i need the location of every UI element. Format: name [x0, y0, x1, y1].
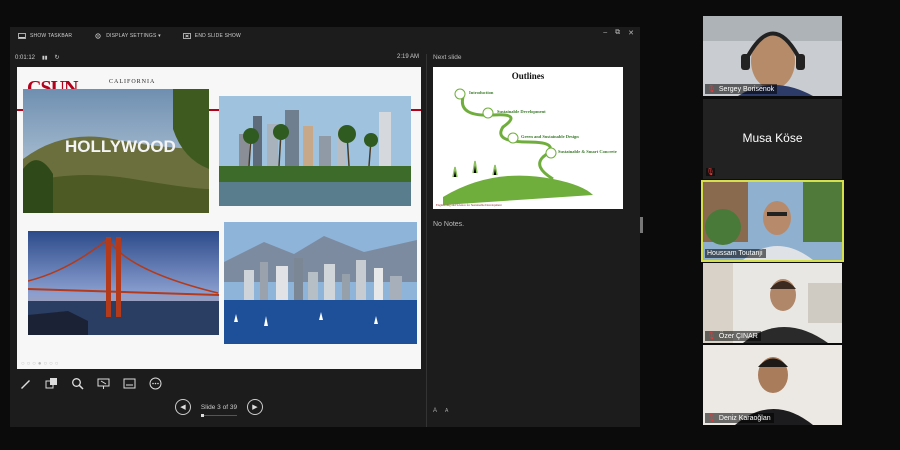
see-all-slides-button[interactable] [43, 375, 59, 391]
show-taskbar-label: SHOW TASKBAR [30, 33, 73, 39]
participant-name-tag: 🎙 Deniz Karaoğlan [705, 413, 774, 423]
decrease-font-button[interactable]: A [445, 408, 448, 414]
participant-name-tag: Houssam Toutanji [705, 249, 766, 258]
end-slide-show-label: END SLIDE SHOW [194, 33, 241, 39]
participant-tile[interactable]: Musa Köse 🎙 [703, 99, 842, 179]
outline-item-4: Sustainable & Smart Concrete [558, 149, 617, 154]
hollywood-photo: HOLLYWOOD [23, 89, 209, 213]
participant-name-tag: 🎙 Sergey Borisenok [705, 84, 778, 94]
slide-progress-track [201, 413, 237, 417]
elapsed-time: 0:01:12 [15, 54, 36, 61]
mic-muted-icon: 🎙 [706, 168, 715, 176]
slide-progress-indicator [201, 413, 204, 417]
next-slide-button[interactable]: ▶ [247, 399, 263, 415]
slide-navigation: ◀ Slide 3 of 39 ▶ [175, 399, 263, 417]
show-taskbar-icon [18, 33, 26, 39]
restore-button[interactable]: ⧉ [615, 29, 620, 37]
mic-muted-icon: 🎙 [707, 86, 716, 93]
slide-counter: Slide 3 of 39 [197, 403, 241, 417]
participant-tile[interactable]: 🎙 Özer ÇINAR [703, 263, 842, 343]
slides-grid-icon [45, 377, 57, 388]
zoom-button[interactable] [69, 375, 85, 391]
next-slide-preview[interactable]: Outlines Introduction Sustainable Develo… [433, 67, 623, 209]
pause-timer-button[interactable]: ▮▮ [42, 55, 48, 61]
golden-gate-photo [28, 231, 219, 335]
display-settings-label: DISPLAY SETTINGS ▾ [106, 33, 161, 39]
subtitles-button[interactable] [121, 375, 137, 391]
pointer-icon [97, 378, 109, 389]
clock: 2:19 AM [397, 54, 420, 60]
notes-font-controls: A A [433, 408, 448, 414]
window-controls: – ⧉ ✕ [603, 29, 634, 37]
more-options-button[interactable] [147, 375, 163, 391]
previous-slide-button[interactable]: ◀ [175, 399, 191, 415]
outline-item-1: Introduction [469, 90, 494, 95]
reset-timer-button[interactable]: ↻ [55, 54, 60, 61]
pen-icon [20, 379, 30, 389]
san-diego-photo [224, 222, 417, 344]
pen-tool-button[interactable] [17, 375, 33, 391]
participant-tile[interactable]: 🎙 Deniz Karaoğlan [703, 345, 842, 425]
outline-item-2: Sustainable Development [497, 109, 546, 114]
zoom-icon [71, 377, 84, 390]
participant-name: Houssam Toutanji [707, 250, 763, 257]
next-slide-footer: Engineering and Science for Sustainable … [436, 203, 502, 207]
display-settings-icon [95, 33, 101, 39]
end-slide-show-button[interactable]: END SLIDE SHOW [182, 33, 241, 39]
slide-counter-label: Slide 3 of 39 [200, 403, 238, 411]
outline-item-3: Green and Sustainable Design [521, 134, 579, 139]
pane-resize-handle[interactable] [640, 217, 643, 233]
mic-muted-icon: 🎙 [707, 415, 716, 422]
display-settings-button[interactable]: DISPLAY SETTINGS ▾ [94, 33, 161, 39]
end-show-icon [182, 33, 191, 39]
show-taskbar-button[interactable]: SHOW TASKBAR [18, 33, 72, 39]
presenter-view: SHOW TASKBAR DISPLAY SETTINGS ▾ END SLID… [10, 27, 643, 427]
timer-bar: 0:01:12 ▮▮ ↻ [15, 54, 60, 62]
speaker-notes[interactable]: No Notes. [433, 221, 464, 228]
slide-annotation-dots: ○○○●○○○ [21, 361, 61, 367]
hollywood-sign: HOLLYWOOD [65, 137, 176, 156]
participant-name-large: Musa Köse [742, 131, 803, 145]
participant-name: Özer ÇINAR [718, 332, 758, 340]
current-slide[interactable]: CSUN CALIFORNIA HOLLYWOOD ○○○●○○○ [17, 67, 421, 369]
los-angeles-photo [219, 96, 411, 206]
pointer-options-button[interactable] [95, 375, 111, 391]
presenter-toolbar: SHOW TASKBAR DISPLAY SETTINGS ▾ END SLID… [10, 27, 640, 45]
participant-name: Deniz Karaoğlan [718, 414, 771, 422]
mic-muted-icon: 🎙 [707, 333, 716, 340]
participant-name-tag: 🎙 Özer ÇINAR [705, 331, 761, 341]
close-button[interactable]: ✕ [628, 29, 634, 37]
increase-font-button[interactable]: A [433, 408, 437, 414]
slide-tools [17, 375, 163, 391]
participant-tile[interactable]: 🎙 Sergey Borisenok [703, 16, 842, 96]
minimize-button[interactable]: – [603, 29, 607, 37]
csun-logo-subtitle: CALIFORNIA [109, 79, 156, 85]
pane-divider[interactable] [426, 54, 427, 427]
active-speaker-tile[interactable]: Houssam Toutanji [701, 180, 844, 262]
participant-name: Sergey Borisenok [718, 85, 775, 93]
subtitles-icon [123, 378, 135, 388]
next-slide-header: Next slide [433, 54, 462, 61]
more-icon [149, 377, 161, 389]
